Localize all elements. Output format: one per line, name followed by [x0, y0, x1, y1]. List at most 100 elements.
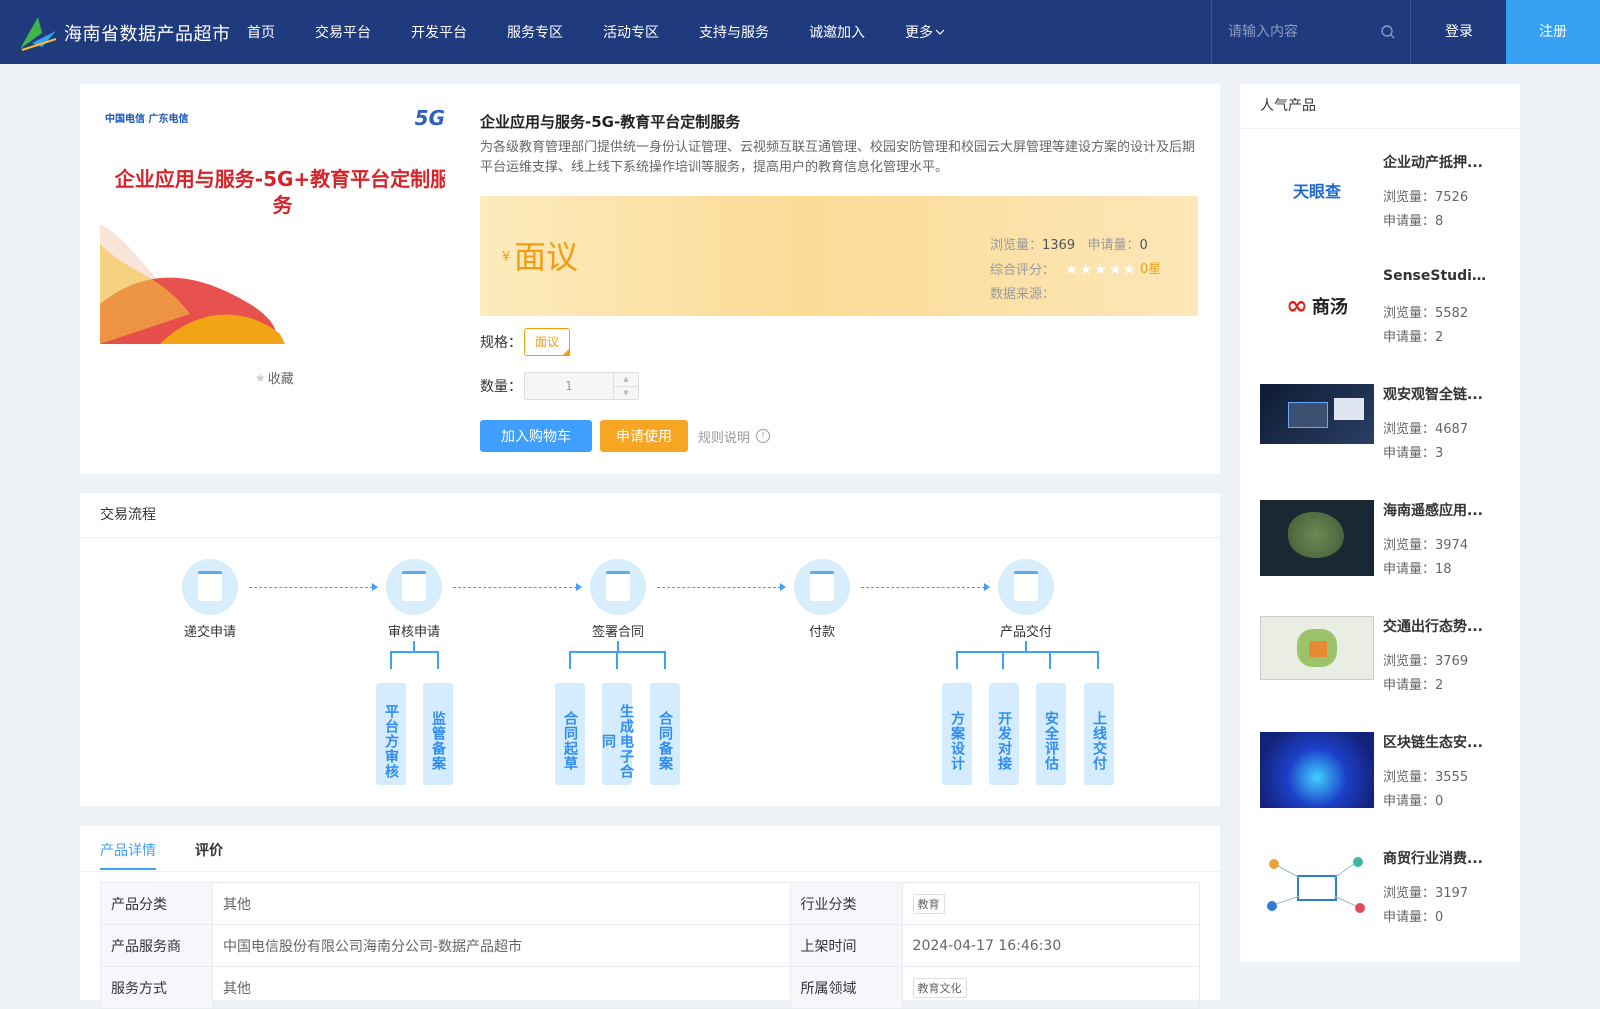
connector-line — [413, 641, 415, 651]
nav-services[interactable]: 服务专区 — [507, 22, 563, 42]
tab-product-detail[interactable]: 产品详情 — [100, 840, 156, 870]
apply-button[interactable]: 申请使用 — [600, 420, 688, 452]
popular-item-name: SenseStudio... — [1383, 268, 1493, 284]
tab-reviews[interactable]: 评价 — [195, 840, 223, 860]
product-title: 企业应用与服务-5G-教育平台定制服务 — [480, 113, 741, 131]
table-key: 产品分类 — [100, 882, 213, 925]
flow-step-label: 付款 — [808, 625, 835, 640]
star-icon: ★ — [1108, 262, 1122, 278]
login-button[interactable]: 登录 — [1412, 0, 1506, 64]
substep-regulatory-filing: 监管备案 — [423, 683, 453, 785]
rules-label: 规则说明 — [698, 430, 751, 446]
nav-trading[interactable]: 交易平台 — [315, 22, 371, 42]
thumbnail-tianyancha: 天眼查 — [1260, 152, 1374, 228]
popular-item-name: 区块链生态安... — [1383, 735, 1483, 751]
register-button[interactable]: 注册 — [1506, 0, 1600, 64]
spec-row: 规格： 面议 — [480, 328, 570, 356]
popular-item[interactable]: ∞ 商汤 SenseStudio... 浏览量：5582 申请量：2 — [1260, 268, 1500, 368]
thumbnail-sensetime: ∞ 商汤 — [1260, 268, 1374, 344]
nav-development[interactable]: 开发平台 — [411, 22, 467, 42]
quantity-buttons: ▲ ▼ — [613, 373, 638, 399]
ribbon-graphic — [100, 224, 285, 344]
review-doc-icon — [386, 559, 442, 615]
popular-products-panel: 人气产品 天眼查 企业动产抵押... 浏览量：7526 申请量：8 ∞ 商汤 S… — [1240, 84, 1520, 962]
popular-item-views: 浏览量：4687 — [1383, 422, 1469, 437]
image-brand-text: 中国电信 广东电信 — [105, 114, 189, 125]
thumbnail-satellite-map — [1260, 500, 1374, 576]
spec-option[interactable]: 面议 — [524, 328, 570, 356]
star-icon: ★ — [1079, 262, 1093, 278]
thumb-text: 天眼查 — [1292, 182, 1341, 201]
add-to-cart-button[interactable]: 加入购物车 — [480, 420, 592, 452]
nav-join[interactable]: 诚邀加入 — [809, 22, 865, 42]
source-label: 数据来源： — [990, 287, 1056, 302]
popular-item-applies: 申请量：2 — [1383, 330, 1444, 345]
popular-item[interactable]: 天眼查 企业动产抵押... 浏览量：7526 申请量：8 — [1260, 152, 1500, 252]
quantity-row: 数量： ▲ ▼ — [480, 372, 639, 400]
star-icon: ★ — [1065, 262, 1078, 278]
search-icon[interactable] — [1380, 24, 1396, 40]
table-key: 行业分类 — [789, 882, 903, 925]
thumb-text: 商汤 — [1311, 297, 1348, 318]
popular-item[interactable]: 海南遥感应用... 浏览量：3974 申请量：18 — [1260, 500, 1500, 600]
substep-launch: 上线交付 — [1084, 683, 1114, 785]
table-row: 服务方式 其他 所属领域 教育文化 — [100, 966, 1201, 1009]
substep-contract-draft: 合同起草 — [555, 683, 585, 785]
nav-activities[interactable]: 活动专区 — [603, 22, 659, 42]
search-box — [1211, 0, 1412, 64]
popular-item[interactable]: 交通出行态势... 浏览量：3769 申请量：2 — [1260, 616, 1500, 716]
rules-link[interactable]: 规则说明 ! — [698, 427, 771, 446]
popular-item-name: 观安观智全链... — [1383, 387, 1483, 403]
applies-value: 0 — [1139, 238, 1148, 253]
substep-security-assessment: 安全评估 — [1036, 683, 1066, 785]
nav-home[interactable]: 首页 — [247, 22, 275, 42]
nav-more[interactable]: 更多 — [905, 22, 945, 42]
popular-item-applies: 申请量：0 — [1383, 910, 1444, 925]
product-detail-card: 产品详情 评价 产品分类 其他 行业分类 教育 产品服务商 中国电信股份有限公司… — [80, 826, 1220, 1009]
popular-item[interactable]: 观安观智全链... 浏览量：4687 申请量：3 — [1260, 384, 1500, 484]
flow-step-label: 产品交付 — [999, 625, 1052, 640]
substep-contract-filing: 合同备案 — [650, 683, 680, 785]
connector-line — [617, 641, 619, 651]
popular-item[interactable]: 商贸行业消费... 浏览量：3197 申请量：0 — [1260, 848, 1500, 948]
popular-item[interactable]: 区块链生态安... 浏览量：3555 申请量：0 — [1260, 732, 1500, 832]
main-nav: 首页 交易平台 开发平台 服务专区 活动专区 支持与服务 诚邀加入 更多 — [247, 0, 985, 64]
popular-item-views: 浏览量：3769 — [1383, 654, 1469, 669]
spec-label: 规格： — [480, 335, 522, 351]
views-label: 浏览量： — [990, 238, 1043, 253]
substep-development: 开发对接 — [989, 683, 1019, 785]
popular-item-name: 交通出行态势... — [1383, 619, 1483, 635]
substep-solution-design: 方案设计 — [942, 683, 972, 785]
popular-item-name: 商贸行业消费... — [1383, 851, 1483, 867]
trade-flow-card: 交易流程 递交申请 审核申请 签署合同 付款 产品交付 平台方审核 监管备案 合… — [80, 493, 1220, 806]
flow-step-label: 审核申请 — [387, 625, 440, 640]
price-panel: ¥ 面议 浏览量：1369 申请量：0 综合评分： ★ ★ ★ ★ ★ 0星 数… — [480, 196, 1198, 316]
flow-arrow — [861, 583, 990, 591]
top-header: 海南省数据产品超市 首页 交易平台 开发平台 服务专区 活动专区 支持与服务 诚… — [0, 0, 1600, 64]
table-value-cell: 教育文化 — [901, 966, 1201, 1009]
domain-tag: 教育文化 — [912, 977, 967, 998]
connector-line — [1025, 641, 1027, 651]
increment-icon[interactable]: ▲ — [614, 373, 638, 387]
applies-label: 申请量： — [1087, 238, 1140, 253]
flow-step-review: 审核申请 — [374, 559, 454, 640]
decrement-icon[interactable]: ▼ — [614, 387, 638, 400]
popular-item-views: 浏览量：3555 — [1383, 770, 1469, 785]
product-image: 中国电信 广东电信 5G 企业应用与服务-5G+教育平台定制服务 — [100, 104, 445, 344]
nav-support[interactable]: 支持与服务 — [699, 22, 769, 42]
detail-tabs: 产品详情 评价 — [80, 826, 1220, 872]
quantity-input[interactable] — [525, 373, 613, 399]
submit-doc-icon — [182, 559, 238, 615]
site-name: 海南省数据产品超市 — [64, 24, 231, 45]
favorite-label: 收藏 — [267, 372, 294, 387]
network-graphic — [1267, 857, 1365, 913]
table-row: 产品服务商 中国电信股份有限公司海南分公司-数据产品超市 上架时间 2024-0… — [100, 924, 1201, 967]
favorite-button[interactable]: ★ 收藏 — [255, 368, 294, 388]
table-key: 上架时间 — [789, 924, 903, 967]
currency-symbol: ¥ — [502, 250, 511, 265]
product-description: 为各级教育管理部门提供统一身份认证管理、云视频互联互通管理、校园安防管理和校园云… — [480, 140, 1196, 175]
popular-item-views: 浏览量：3974 — [1383, 538, 1469, 553]
contract-doc-icon — [590, 559, 646, 615]
site-logo[interactable]: 海南省数据产品超市 — [18, 13, 231, 53]
product-stats: 浏览量：1369 申请量：0 综合评分： ★ ★ ★ ★ ★ 0星 数据来源： — [990, 234, 1161, 307]
